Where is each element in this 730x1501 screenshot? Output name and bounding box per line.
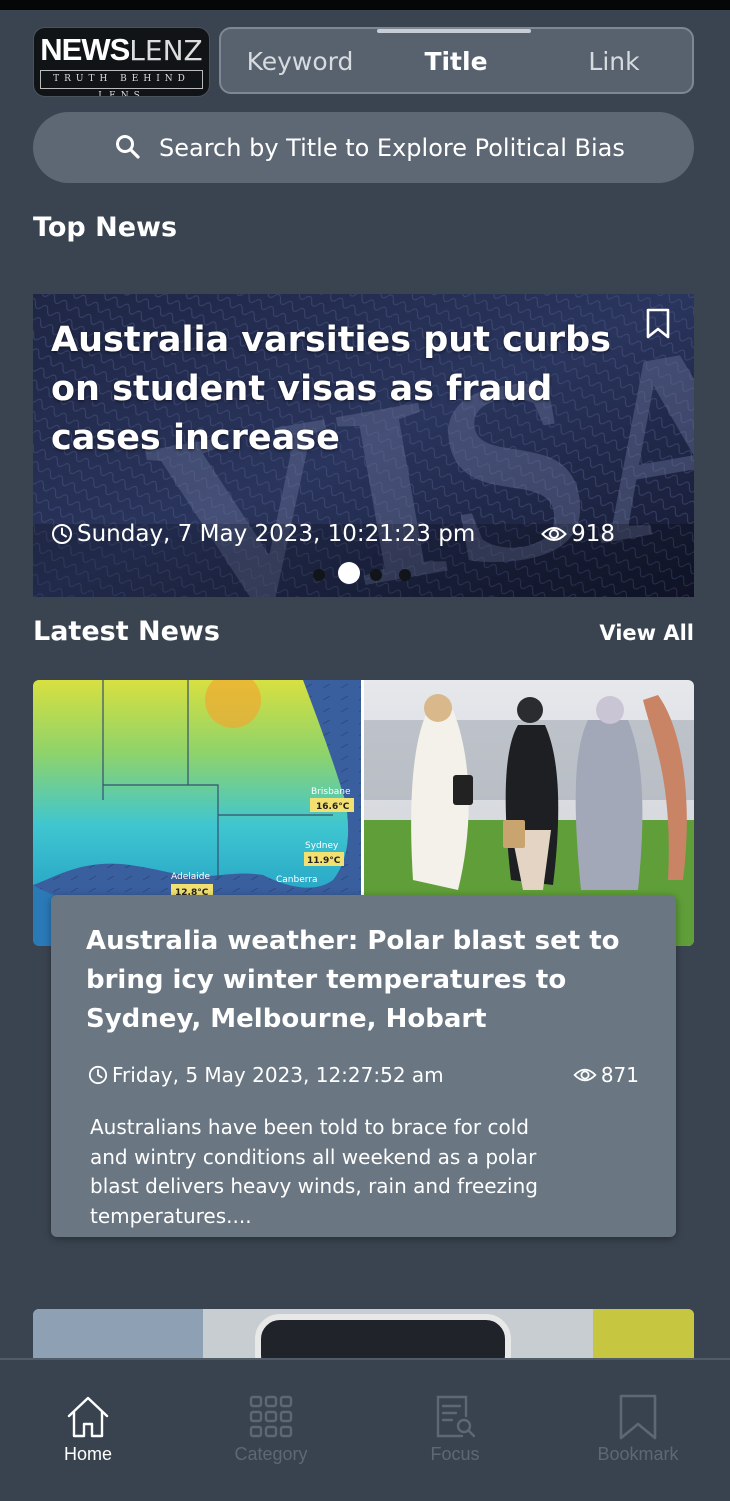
- logo-tagline: TRUTH BEHIND LENS: [40, 70, 203, 96]
- top-news-heading: Top News: [33, 212, 178, 243]
- top-news-title: Australia varsities put curbs on student…: [51, 320, 611, 458]
- map-temp-brisbane: 16.6°C: [316, 802, 350, 812]
- document-search-icon: [436, 1395, 476, 1438]
- carousel-dot[interactable]: [313, 569, 325, 581]
- eye-icon: [541, 527, 567, 541]
- home-icon: [67, 1396, 109, 1438]
- bookmark-icon: [619, 1394, 657, 1440]
- nav-focus-label: Focus: [430, 1444, 480, 1464]
- bottom-navigation: Home Category Focus Bookmark: [0, 1358, 730, 1501]
- latest-news-date: Friday, 5 May 2023, 12:27:52 am: [88, 1063, 444, 1087]
- nav-home[interactable]: Home: [0, 1360, 179, 1501]
- top-news-views: 918: [541, 521, 615, 547]
- clock-icon: [52, 524, 72, 544]
- map-label-brisbane: Brisbane: [311, 787, 351, 797]
- grid-icon: [249, 1395, 293, 1438]
- nav-home-label: Home: [63, 1444, 112, 1464]
- top-news-date: Sunday, 7 May 2023, 10:21:23 pm: [51, 521, 475, 547]
- top-news-date-text: Sunday, 7 May 2023, 10:21:23 pm: [77, 521, 476, 547]
- tab-title[interactable]: Title: [377, 29, 535, 92]
- search-icon: [116, 135, 140, 159]
- search-bar[interactable]: Search by Title to Explore Political Bia…: [33, 112, 694, 183]
- latest-news-views-count: 871: [600, 1063, 639, 1087]
- top-news-views-count: 918: [571, 521, 615, 547]
- top-news-card[interactable]: VISA Australia varsities put curbs on st…: [33, 294, 694, 597]
- nav-bookmark[interactable]: Bookmark: [547, 1360, 729, 1501]
- latest-news-description: Australians have been told to brace for …: [90, 1115, 538, 1228]
- status-bar: [0, 0, 730, 10]
- map-label-sydney: Sydney: [305, 841, 339, 851]
- search-mode-tabs: Keyword Title Link: [219, 27, 694, 94]
- next-news-thumbnail: [33, 1309, 694, 1364]
- map-temp-sydney: 11.9°C: [307, 856, 341, 866]
- eye-icon: [573, 1068, 597, 1082]
- latest-news-heading: Latest News: [33, 616, 220, 647]
- nav-bookmark-label: Bookmark: [597, 1444, 679, 1464]
- next-news-card-image[interactable]: [33, 1309, 694, 1364]
- tab-link[interactable]: Link: [535, 29, 693, 92]
- carousel-dot-active[interactable]: [338, 562, 360, 584]
- view-all-link[interactable]: View All: [599, 621, 694, 645]
- nav-category[interactable]: Category: [180, 1360, 362, 1501]
- logo-wordmark: NEWSLENZ: [40, 32, 203, 67]
- map-label-canberra: Canberra: [276, 875, 318, 885]
- app-logo: NEWSLENZ TRUTH BEHIND LENS: [33, 27, 210, 97]
- carousel-dot[interactable]: [399, 569, 411, 581]
- search-placeholder: Search by Title to Explore Political Bia…: [159, 134, 625, 162]
- nav-focus[interactable]: Focus: [364, 1360, 546, 1501]
- bookmark-icon[interactable]: [644, 308, 672, 340]
- latest-news-card[interactable]: Australia weather: Polar blast set to br…: [51, 895, 676, 1237]
- clock-icon: [88, 1065, 108, 1085]
- latest-news-views: 871: [573, 1063, 639, 1087]
- map-label-adelaide: Adelaide: [171, 872, 210, 882]
- carousel-dot[interactable]: [370, 569, 382, 581]
- latest-news-date-text: Friday, 5 May 2023, 12:27:52 am: [112, 1063, 444, 1087]
- nav-category-label: Category: [234, 1444, 308, 1464]
- latest-news-title: Australia weather: Polar blast set to br…: [86, 926, 620, 1034]
- tab-keyword[interactable]: Keyword: [221, 29, 379, 92]
